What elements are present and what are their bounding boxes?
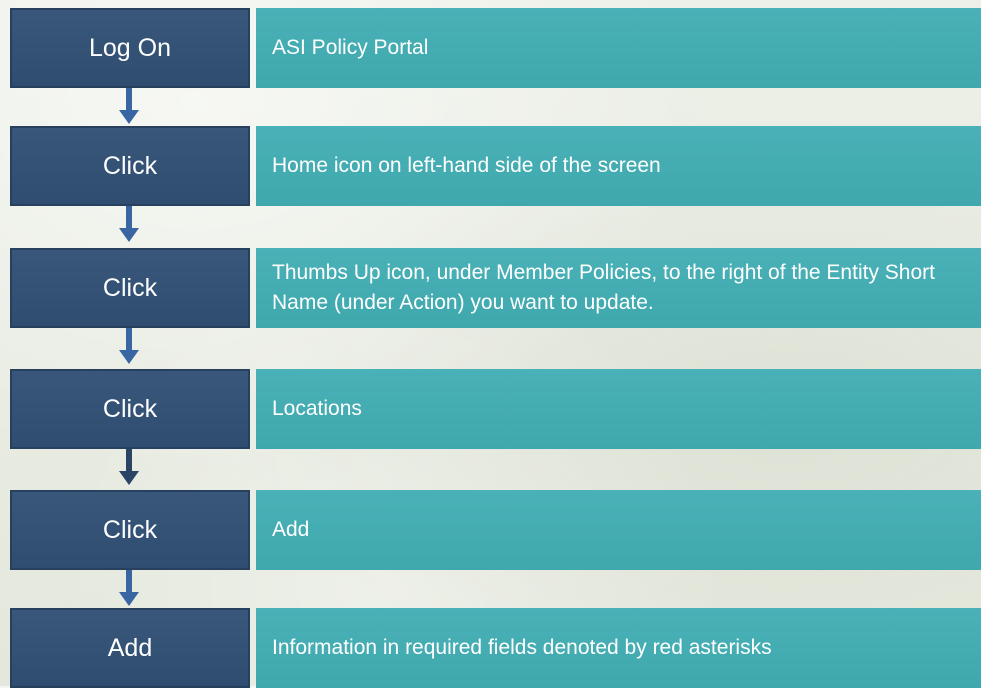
step-3: Click Thumbs Up icon, under Member Polic…	[10, 248, 981, 328]
flow-arrow-5	[119, 570, 139, 608]
step-5-action: Click	[10, 490, 250, 570]
step-2: Click Home icon on left-hand side of the…	[10, 126, 981, 206]
step-2-description: Home icon on left-hand side of the scree…	[256, 126, 981, 206]
step-5-description: Add	[256, 490, 981, 570]
step-6-action: Add	[10, 608, 250, 688]
step-6: Add Information in required fields denot…	[10, 608, 981, 688]
flow-arrow-4	[119, 449, 139, 487]
step-4: Click Locations	[10, 369, 981, 449]
step-1-action: Log On	[10, 8, 250, 88]
step-1-description: ASI Policy Portal	[256, 8, 981, 88]
step-5: Click Add	[10, 490, 981, 570]
process-flowchart: Log On ASI Policy Portal Click Home icon…	[0, 0, 981, 688]
step-4-description: Locations	[256, 369, 981, 449]
flow-arrow-2	[119, 206, 139, 244]
step-4-action: Click	[10, 369, 250, 449]
step-3-description: Thumbs Up icon, under Member Policies, t…	[256, 248, 981, 328]
step-3-action: Click	[10, 248, 250, 328]
step-1: Log On ASI Policy Portal	[10, 8, 981, 88]
flow-arrow-1	[119, 88, 139, 126]
flow-arrow-3	[119, 328, 139, 366]
step-2-action: Click	[10, 126, 250, 206]
step-6-description: Information in required fields denoted b…	[256, 608, 981, 688]
